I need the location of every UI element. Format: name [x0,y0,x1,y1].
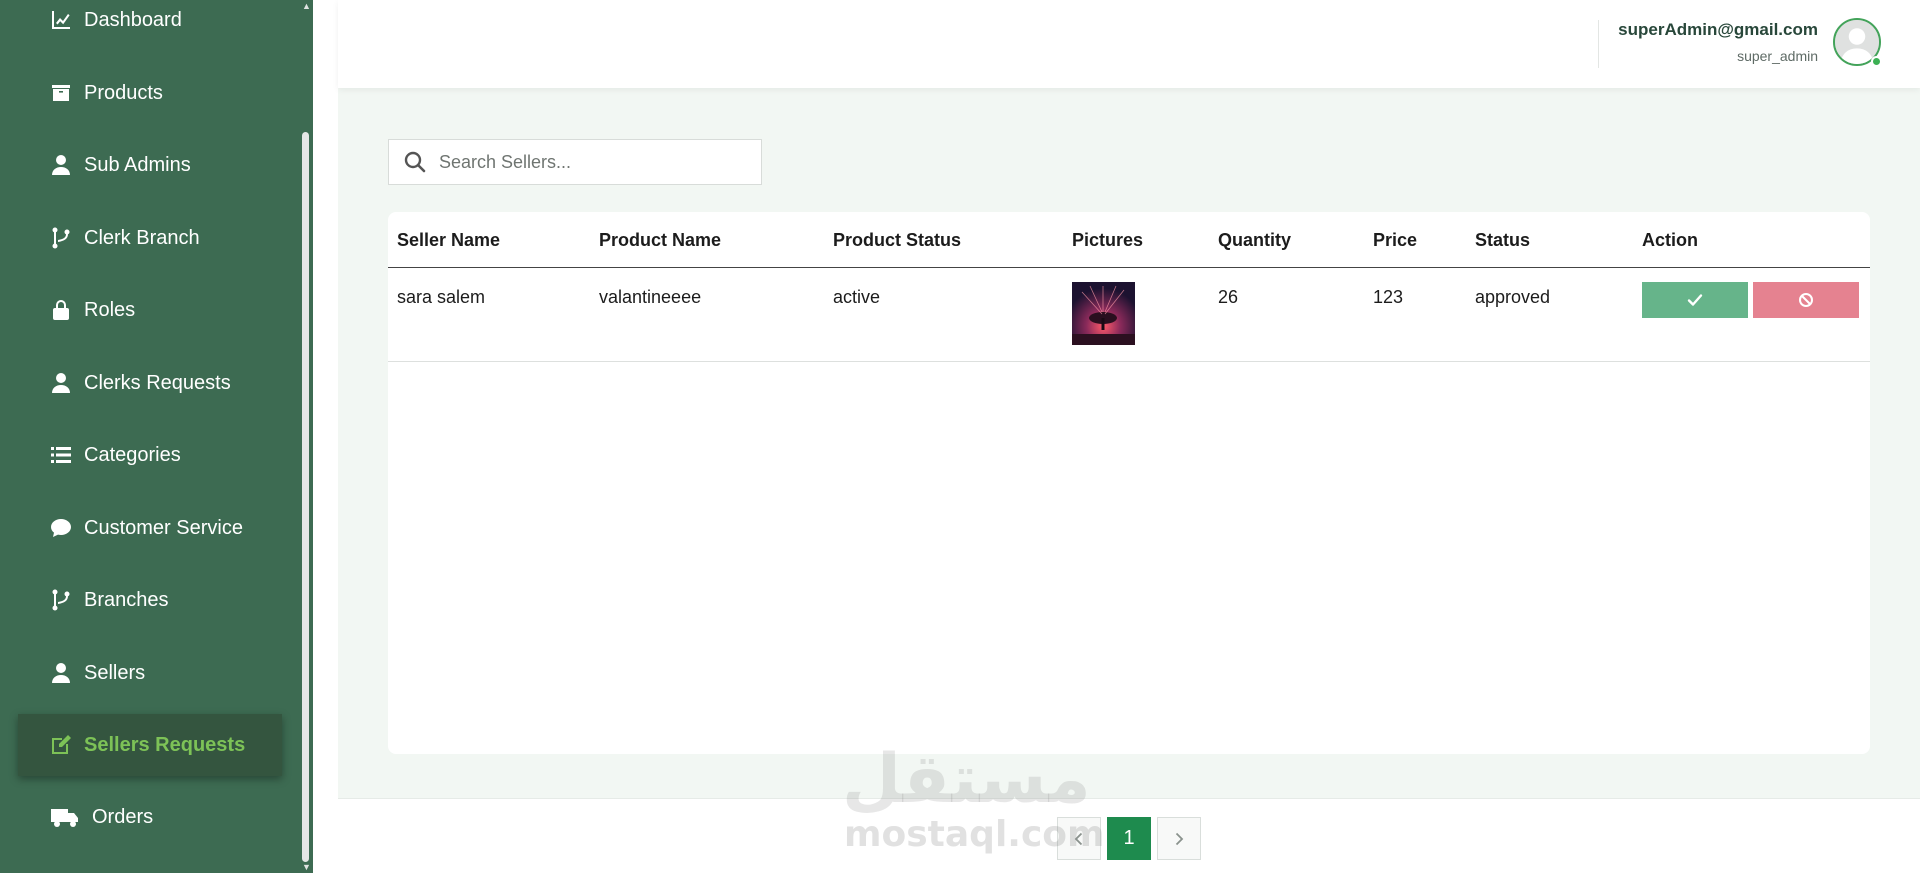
sidebar-item-label: Products [84,81,163,104]
top-bar [338,0,1920,88]
cell-product-status: active [833,287,881,307]
sidebar-item-dashboard[interactable]: Dashboard [18,0,282,51]
scroll-down-icon[interactable]: ▼ [300,861,313,873]
online-status-dot [1871,56,1882,67]
reject-button[interactable] [1753,282,1859,318]
column-header-product-status: Product Status [833,230,962,250]
table-row-divider [388,361,1870,362]
sidebar-item-label: Sellers Requests [84,733,246,756]
search-input[interactable] [437,150,741,174]
ban-icon [1799,293,1813,307]
watermark-arabic: مستقل [842,740,1091,819]
code-branch-icon [48,587,74,613]
sidebar-item-customer-service[interactable]: Customer Service [18,497,282,559]
sidebar-item-label: Clerk Branch [84,226,200,249]
column-header-quantity: Quantity [1218,230,1292,250]
user-email: superAdmin@gmail.com [1618,20,1818,39]
sidebar-item-label: Categories [84,443,181,466]
column-header-product-name: Product Name [599,230,722,250]
truck-icon [48,804,82,830]
cell-status: approved [1475,287,1551,307]
sidebar-item-label: Roles [84,298,136,321]
sidebar-item-label: Sellers [84,661,146,684]
scroll-up-icon[interactable]: ▲ [300,0,313,12]
pagination-divider [338,798,1920,799]
user-tie-icon [48,152,74,178]
sidebar-item-label: Sub Admins [84,153,191,176]
search-box[interactable] [388,139,762,185]
cell-quantity: 26 [1218,287,1239,307]
sidebar-item-branches[interactable]: Branches [18,569,282,631]
user-role: super_admin [1737,48,1818,64]
comment-icon [48,515,74,541]
column-header-seller-name: Seller Name [397,230,501,250]
sidebar-item-label: Clerks Requests [84,371,231,394]
column-header-action: Action [1642,230,1698,250]
column-header-price: Price [1373,230,1418,250]
edit-icon [48,732,74,758]
chart-line-icon [48,7,74,33]
sidebar-item-clerk-branch[interactable]: Clerk Branch [18,207,282,269]
product-picture[interactable] [1072,282,1135,345]
sidebar-item-clerks-requests[interactable]: Clerks Requests [18,352,282,414]
page-1-button[interactable]: 1 [1107,817,1151,860]
approve-button[interactable] [1642,282,1748,318]
sidebar-item-categories[interactable]: Categories [18,424,282,486]
list-icon [48,442,74,468]
sidebar-item-sellers[interactable]: Sellers [18,642,282,704]
sidebar-item-products[interactable]: Products [18,62,282,124]
sidebar-item-sub-admins[interactable]: Sub Admins [18,134,282,196]
user-tie-icon [48,660,74,686]
code-branch-icon [48,225,74,251]
sidebar: Dashboard Products Sub Admins Clerk Bran… [0,0,313,873]
sidebar-item-label: Dashboard [84,8,182,31]
cell-product-name: valantineeee [599,287,702,307]
sidebar-item-roles[interactable]: Roles [18,279,282,341]
sidebar-item-label: Customer Service [84,516,243,539]
chevron-right-icon [1175,832,1184,845]
sidebar-item-label: Branches [84,588,169,611]
watermark-latin: mostaql.com [844,814,1105,855]
search-icon [404,151,426,173]
sidebar-item-sellers-requests[interactable]: Sellers Requests [18,714,282,776]
cell-price: 123 [1373,287,1404,307]
column-header-pictures: Pictures [1072,230,1144,250]
sidebar-scroll-thumb[interactable] [302,132,309,862]
check-icon [1687,294,1703,306]
lock-icon [48,297,74,323]
user-tie-icon [48,370,74,396]
column-header-status: Status [1475,230,1531,250]
sidebar-item-orders[interactable]: Orders [18,786,282,848]
header-divider [1598,20,1599,68]
box-icon [48,80,74,106]
cell-seller-name: sara salem [397,287,486,307]
sidebar-item-label: Orders [92,805,154,828]
tree-image [1072,282,1135,345]
next-page-button[interactable] [1157,817,1201,860]
table-header-divider [388,267,1870,268]
